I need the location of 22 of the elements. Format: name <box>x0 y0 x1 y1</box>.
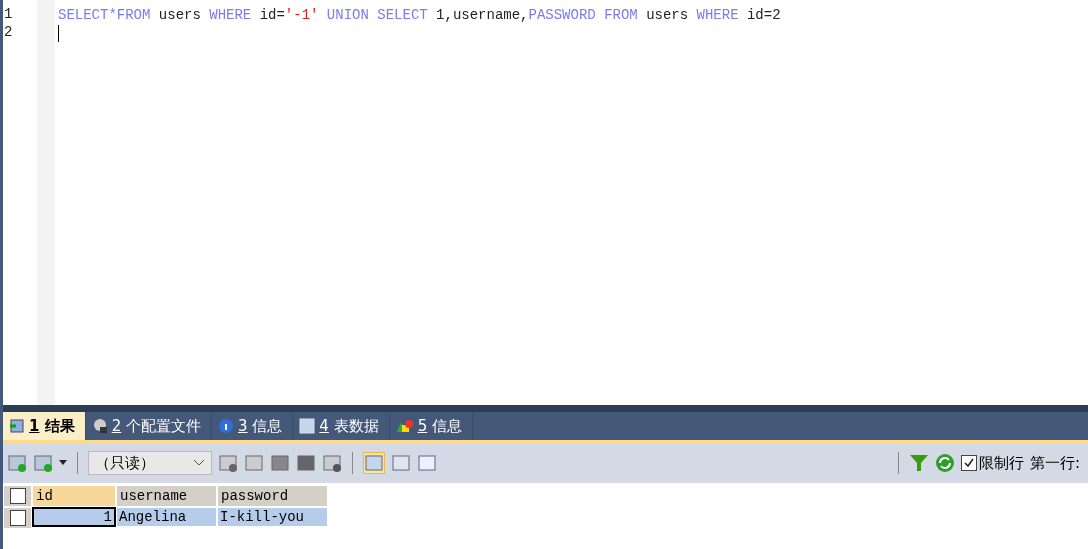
table-cell: I-kill-you <box>217 507 328 527</box>
caret-icon[interactable] <box>59 460 67 466</box>
line-number: 2 <box>3 24 14 42</box>
column-header[interactable]: id <box>32 485 116 507</box>
refresh-icon[interactable] <box>934 453 955 473</box>
select-all-checkbox[interactable] <box>3 485 32 507</box>
column-header[interactable]: username <box>116 485 217 507</box>
filter-icon[interactable] <box>908 453 929 473</box>
check-icon <box>962 457 975 469</box>
table-cell: 1 <box>32 507 116 527</box>
limit-rows-checkbox[interactable]: 限制行 <box>960 453 1024 473</box>
chevron-icon <box>193 459 205 467</box>
row-checkbox[interactable] <box>3 507 32 529</box>
line-number: 1 <box>3 6 14 24</box>
mode-select[interactable]: （只读） <box>88 451 212 475</box>
code-line: SELECT*FROM users WHERE id='-1' UNION SELECT 1,username,PASSWORD FROM users WHERE id=2 <box>58 6 782 24</box>
shapes-icon <box>395 418 414 434</box>
column-header[interactable]: password <box>217 485 328 507</box>
result-tab[interactable]: 1 结果 <box>3 412 86 440</box>
info-icon <box>218 418 234 434</box>
first-row-label: 第一行: <box>1029 453 1081 473</box>
table-cell: Angelina <box>116 507 217 527</box>
